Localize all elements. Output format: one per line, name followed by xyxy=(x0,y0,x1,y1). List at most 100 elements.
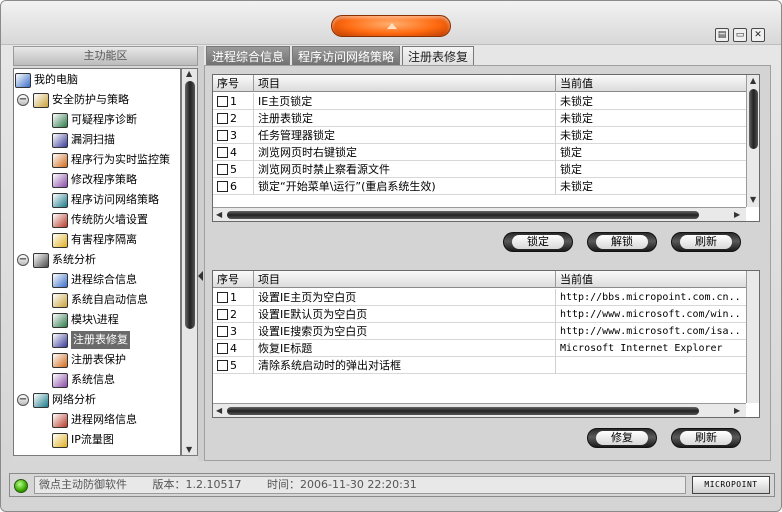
refresh-top-button-label: 刷新 xyxy=(680,235,732,249)
column-header-no[interactable]: 序号 xyxy=(213,271,254,288)
row-checkbox[interactable] xyxy=(217,360,228,371)
tree-scroll-thumb[interactable] xyxy=(185,81,195,329)
tree-item[interactable]: 系统信息 xyxy=(52,371,115,389)
tree-item[interactable]: 程序行为实时监控策 xyxy=(52,151,170,169)
collapse-node-icon[interactable]: − xyxy=(17,394,29,406)
table-row[interactable]: 3 任务管理器锁定 未锁定 xyxy=(213,127,746,144)
tab-registry-repair[interactable]: 注册表修复 xyxy=(402,46,475,66)
minimize-button[interactable]: ▭ xyxy=(733,28,747,42)
tree-item[interactable]: IP流量图 xyxy=(52,431,114,449)
column-header-no[interactable]: 序号 xyxy=(213,75,254,92)
status-version: 版本：1.2.10517 xyxy=(152,478,242,491)
scroll-down-icon[interactable]: ▼ xyxy=(186,445,192,454)
top-table-vscroll-thumb[interactable] xyxy=(749,89,758,149)
table-row[interactable]: 4 浏览网页时右键锁定 锁定 xyxy=(213,144,746,161)
tree-item[interactable]: 漏洞扫描 xyxy=(52,131,115,149)
tree-item[interactable]: 系统自启动信息 xyxy=(52,291,148,309)
title-bar: ▤ ▭ ✕ xyxy=(1,1,781,45)
table-row[interactable]: 6 锁定“开始菜单\运行”(重启系统生效) 未锁定 xyxy=(213,178,746,195)
tree-item[interactable]: 传统防火墙设置 xyxy=(52,211,148,229)
tab-network-policy[interactable]: 程序访问网络策略 xyxy=(292,46,401,66)
tree-item[interactable]: − 网络分析 xyxy=(17,391,96,409)
unlock-button[interactable]: 解锁 xyxy=(587,232,657,252)
row-number: 3 xyxy=(230,325,237,338)
bottom-table-hscroll-thumb[interactable] xyxy=(227,407,699,415)
row-number-cell: 5 xyxy=(213,161,254,178)
column-header-value[interactable]: 当前值 xyxy=(556,75,747,92)
scroll-up-icon[interactable]: ▲ xyxy=(186,69,192,78)
bottom-table-horizontal-scrollbar[interactable]: ◀ ▶ xyxy=(213,403,746,417)
row-checkbox[interactable] xyxy=(217,96,228,107)
tree-item[interactable]: 我的电脑 xyxy=(15,71,78,89)
row-checkbox[interactable] xyxy=(217,130,228,141)
autostart-icon xyxy=(52,292,68,308)
scroll-right-icon[interactable]: ▶ xyxy=(734,406,740,415)
collapse-node-icon[interactable]: − xyxy=(17,254,29,266)
top-table-vertical-scrollbar[interactable]: ▲ ▼ xyxy=(746,75,759,207)
table-row[interactable]: 2 设置IE默认页为空白页 http://www.microsoft.com/win… xyxy=(213,306,746,323)
scroll-left-icon[interactable]: ◀ xyxy=(216,406,222,415)
scroll-left-icon[interactable]: ◀ xyxy=(216,210,222,219)
scroll-right-icon[interactable]: ▶ xyxy=(734,210,740,219)
tree-item[interactable]: 有害程序隔离 xyxy=(52,231,137,249)
tree-item[interactable]: 进程综合信息 xyxy=(52,271,137,289)
row-item: 恢复IE标题 xyxy=(254,340,556,357)
table-row[interactable]: 3 设置IE搜索页为空白页 http://www.microsoft.com/isa… xyxy=(213,323,746,340)
row-checkbox[interactable] xyxy=(217,181,228,192)
top-table-horizontal-scrollbar[interactable]: ◀ ▶ xyxy=(213,207,746,221)
tree-item-label: 修改程序策略 xyxy=(71,173,137,186)
tree-vertical-scrollbar[interactable]: ▲ ▼ xyxy=(181,68,198,456)
column-header-item[interactable]: 项目 xyxy=(254,75,556,92)
left-panel: 主功能区 我的电脑 − 安全防护与策略 可疑程序诊断 漏洞扫描 程序行为实时监控策 修改程序… xyxy=(13,46,198,461)
collapse-node-icon[interactable]: − xyxy=(17,94,29,106)
column-header-item[interactable]: 项目 xyxy=(254,271,556,288)
tree-item-label: 进程网络信息 xyxy=(71,413,137,426)
module-icon xyxy=(52,312,68,328)
status-time: 时间：2006-11-30 22:20:31 xyxy=(266,478,417,491)
tree-item[interactable]: 可疑程序诊断 xyxy=(52,111,137,129)
tree-item[interactable]: 模块\进程 xyxy=(52,311,119,329)
row-checkbox[interactable] xyxy=(217,309,228,320)
row-number: 1 xyxy=(230,95,237,108)
tree-item[interactable]: 程序访问网络策略 xyxy=(52,191,159,209)
row-number: 4 xyxy=(230,342,237,355)
column-header-value[interactable]: 当前值 xyxy=(556,271,747,288)
row-item: 设置IE主页为空白页 xyxy=(254,289,556,306)
diagnose-icon xyxy=(52,112,68,128)
registry-repair-icon xyxy=(52,332,68,348)
row-checkbox[interactable] xyxy=(217,147,228,158)
top-table-hscroll-thumb[interactable] xyxy=(227,211,699,219)
row-checkbox[interactable] xyxy=(217,326,228,337)
collapse-left-icon[interactable] xyxy=(198,271,203,281)
tree-item[interactable]: − 安全防护与策略 xyxy=(17,91,129,109)
repair-button[interactable]: 修复 xyxy=(587,428,657,448)
bottom-table-vertical-scrollbar[interactable] xyxy=(746,271,759,403)
table-row[interactable]: 1 IE主页锁定 未锁定 xyxy=(213,93,746,110)
row-item: 设置IE搜索页为空白页 xyxy=(254,323,556,340)
tree-item[interactable]: 注册表保护 xyxy=(52,351,126,369)
tree-item[interactable]: 进程网络信息 xyxy=(52,411,137,429)
table-row[interactable]: 2 注册表锁定 未锁定 xyxy=(213,110,746,127)
scroll-up-icon[interactable]: ▲ xyxy=(750,76,756,85)
registry-protect-icon xyxy=(52,352,68,368)
firewall-icon xyxy=(52,212,68,228)
refresh-top-button[interactable]: 刷新 xyxy=(671,232,741,252)
tree-item[interactable]: 修改程序策略 xyxy=(52,171,137,189)
tree-item[interactable]: − 系统分析 xyxy=(17,251,96,269)
scroll-down-icon[interactable]: ▼ xyxy=(750,195,756,204)
row-checkbox[interactable] xyxy=(217,164,228,175)
menu-button[interactable]: ▤ xyxy=(715,28,729,42)
row-checkbox[interactable] xyxy=(217,292,228,303)
table-row[interactable]: 5 浏览网页时禁止察看源文件 锁定 xyxy=(213,161,746,178)
tree-item[interactable]: 注册表修复 xyxy=(52,331,130,349)
table-row[interactable]: 5 清除系统启动时的弹出对话框 xyxy=(213,357,746,374)
row-checkbox[interactable] xyxy=(217,113,228,124)
table-row[interactable]: 4 恢复IE标题 Microsoft Internet Explorer xyxy=(213,340,746,357)
close-button[interactable]: ✕ xyxy=(751,28,765,42)
lock-button[interactable]: 锁定 xyxy=(503,232,573,252)
refresh-bottom-button[interactable]: 刷新 xyxy=(671,428,741,448)
collapse-toggle-button[interactable] xyxy=(331,15,451,37)
table-row[interactable]: 1 设置IE主页为空白页 http://bbs.micropoint.com.cn.… xyxy=(213,289,746,306)
tab-process-info[interactable]: 进程综合信息 xyxy=(206,46,291,66)
row-checkbox[interactable] xyxy=(217,343,228,354)
